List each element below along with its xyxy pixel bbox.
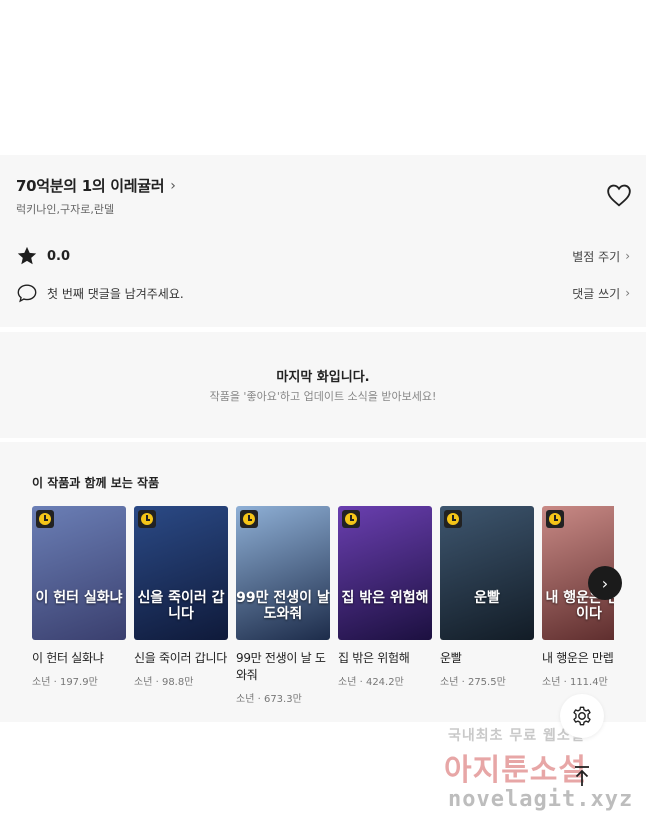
recommendation-meta: 소년 · 197.9만 [32, 673, 126, 688]
comment-row: 첫 번째 댓글을 남겨주세요. 댓글 쓰기 › [16, 282, 630, 304]
cover-image: 99만 전생이 날 도와줘 [236, 506, 330, 640]
cover-title: 운빨 [474, 590, 500, 606]
rating-value: 0.0 [47, 248, 71, 264]
recommendation-meta: 소년 · 673.3만 [236, 690, 330, 705]
series-info-panel: 70억분의 1의 이레귤러 › 럭키나인,구자로,란델 0.0 별점 주기 › … [0, 155, 646, 327]
genre-label: 소년 [236, 694, 255, 705]
watermark: 국내최초 무료 웹소설 아지툰소설 novelagit.xyz [440, 725, 640, 825]
recommendation-meta: 소년 · 111.4만 [542, 673, 614, 688]
view-count: 673.3만 [263, 694, 302, 705]
chevron-right-icon: › [625, 249, 630, 263]
clock-icon [240, 510, 258, 528]
recommendation-card[interactable]: 99만 전생이 날 도와줘 99만 전생이 날 도와줘소년 · 673.3만 [236, 506, 330, 705]
clock-icon [36, 510, 54, 528]
rate-button[interactable]: 별점 주기 › [572, 248, 630, 265]
chevron-right-icon: › [601, 573, 609, 593]
separator-dot: · [152, 677, 162, 688]
genre-label: 소년 [134, 677, 153, 688]
carousel-next-button[interactable]: › [588, 566, 622, 600]
genre-label: 소년 [440, 677, 459, 688]
rating-row: 0.0 별점 주기 › [16, 245, 630, 267]
cover-title: 신을 죽이러 갑니다 [137, 590, 225, 622]
cover-image: 이 헌터 실화냐 [32, 506, 126, 640]
top-blank-area [0, 0, 646, 155]
recommendation-title: 신을 죽이러 갑니다 [134, 651, 227, 665]
last-episode-subtitle: 작품을 '좋아요'하고 업데이트 소식을 받아보세요! [209, 390, 437, 403]
clock-icon [444, 510, 462, 528]
settings-button[interactable] [560, 694, 604, 738]
view-count: 197.9만 [59, 677, 98, 688]
separator-dot: · [458, 677, 468, 688]
cover-title: 99만 전생이 날 도와줘 [236, 590, 330, 622]
recommendations-title: 이 작품과 함께 보는 작품 [32, 476, 160, 490]
arrow-up-icon [575, 766, 589, 786]
view-count: 424.2만 [365, 677, 404, 688]
rate-button-label: 별점 주기 [572, 249, 621, 264]
clock-icon [342, 510, 360, 528]
chevron-right-icon: › [170, 177, 176, 194]
recommendation-title: 내 행운은 만렙이다 [542, 651, 614, 665]
write-comment-label: 댓글 쓰기 [572, 286, 621, 301]
cover-image: 집 밖은 위험해 [338, 506, 432, 640]
recommendation-card[interactable]: 운빨 운빨 소년 · 275.5만 [440, 506, 534, 688]
separator-dot: · [50, 677, 60, 688]
series-authors: 럭키나인,구자로,란델 [16, 203, 115, 216]
recommendation-meta: 소년 · 275.5만 [440, 673, 534, 688]
recommendations-section: 이 작품과 함께 보는 작품 이 헌터 실화냐 이 헌터 실화냐 소년 · 197.… [0, 442, 646, 722]
clock-icon [546, 510, 564, 528]
cover-title: 집 밖은 위험해 [341, 590, 429, 606]
recommendation-title: 99만 전생이 날 도와줘 [236, 651, 326, 682]
recommendation-title: 운빨 [440, 651, 462, 665]
cover-title: 이 헌터 실화냐 [35, 590, 123, 606]
recommendation-card[interactable]: 신을 죽이러 갑니다 신을 죽이러 갑니다 소년 · 98.8만 [134, 506, 228, 688]
comment-prompt: 첫 번째 댓글을 남겨주세요. [47, 286, 184, 301]
genre-label: 소년 [32, 677, 51, 688]
recommendation-meta: 소년 · 424.2만 [338, 673, 432, 688]
series-title: 70억분의 1의 이레귤러 [16, 177, 165, 195]
recommendation-title: 이 헌터 실화냐 [32, 651, 104, 665]
write-comment-button[interactable]: 댓글 쓰기 › [572, 285, 630, 302]
recommendation-card[interactable]: 이 헌터 실화냐 이 헌터 실화냐 소년 · 197.9만 [32, 506, 126, 688]
last-episode-title: 마지막 화입니다. [276, 370, 370, 385]
chevron-right-icon: › [625, 286, 630, 300]
cover-image: 신을 죽이러 갑니다 [134, 506, 228, 640]
separator-dot: · [356, 677, 366, 688]
star-icon [16, 245, 38, 267]
watermark-line-3: novelagit.xyz [448, 787, 634, 812]
view-count: 275.5만 [467, 677, 506, 688]
cover-image: 운빨 [440, 506, 534, 640]
genre-label: 소년 [338, 677, 357, 688]
separator-dot: · [560, 677, 570, 688]
view-count: 111.4만 [569, 677, 608, 688]
separator-dot: · [254, 694, 264, 705]
scroll-to-top-button[interactable] [566, 760, 598, 792]
series-title-link[interactable]: 70억분의 1의 이레귤러 › [16, 175, 176, 196]
recommendation-carousel: 이 헌터 실화냐 이 헌터 실화냐 소년 · 197.9만 신을 죽이러 갑니다 신을 … [32, 506, 614, 716]
clock-icon [138, 510, 156, 528]
recommendation-meta: 소년 · 98.8만 [134, 673, 228, 688]
comment-icon [16, 282, 38, 304]
settings-icon [573, 706, 591, 726]
genre-label: 소년 [542, 677, 561, 688]
recommendation-title: 집 밖은 위험해 [338, 651, 410, 665]
recommendation-card[interactable]: 집 밖은 위험해 집 밖은 위험해 소년 · 424.2만 [338, 506, 432, 688]
last-episode-notice: 마지막 화입니다. 작품을 '좋아요'하고 업데이트 소식을 받아보세요! [0, 332, 646, 438]
heart-icon[interactable] [606, 183, 632, 207]
view-count: 98.8만 [161, 677, 194, 688]
